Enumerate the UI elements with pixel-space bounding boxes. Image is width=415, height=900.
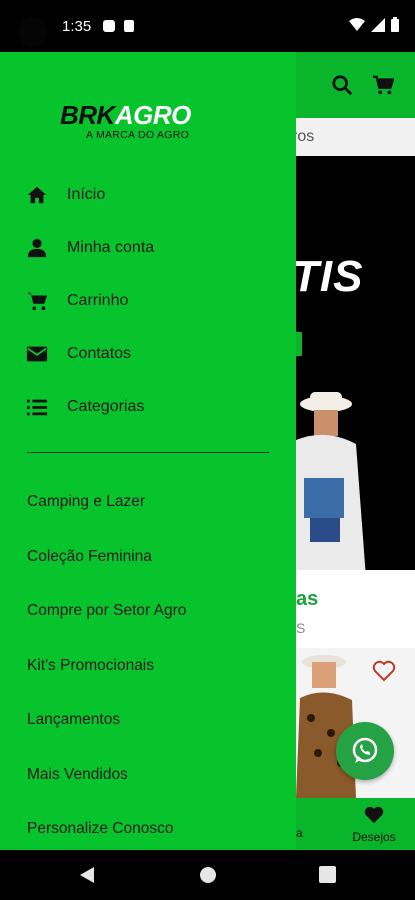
category-item[interactable]: Camping e Lazer — [0, 482, 296, 522]
bottom-nav-wishlist[interactable]: Desejos — [350, 806, 398, 844]
menu-item-carrinho[interactable]: Carrinho — [0, 279, 296, 323]
wifi-icon — [349, 17, 365, 31]
banner-model-image — [296, 392, 366, 570]
home-button-icon[interactable] — [199, 866, 217, 884]
category-item[interactable]: Personalize Conosco — [0, 809, 296, 849]
logo-tagline: A MARCA DO AGRO — [86, 129, 190, 141]
category-item[interactable]: Compre por Setor Agro — [0, 591, 296, 631]
category-label: Kit's Promocionais — [27, 657, 155, 674]
section-subtitle: S — [296, 620, 306, 636]
wishlist-label: Desejos — [352, 830, 396, 844]
status-time: 1:35 — [62, 18, 92, 35]
bottom-nav-item-partial[interactable]: a — [296, 826, 303, 840]
status-icons — [349, 17, 399, 32]
cart-icon — [26, 292, 48, 311]
status-bar: 1:35 — [0, 0, 415, 52]
category-label: Mais Vendidos — [27, 766, 128, 783]
menu-item-label: Contatos — [67, 345, 132, 362]
mail-icon — [26, 346, 48, 362]
menu-item-minha-conta[interactable]: Minha conta — [0, 226, 296, 270]
category-item[interactable]: Kit's Promocionais — [0, 646, 296, 686]
category-item[interactable]: Coleção Feminina — [0, 537, 296, 577]
category-label: Coleção Feminina — [27, 548, 152, 565]
menu-item-label: Carrinho — [67, 292, 129, 309]
notification-icon — [103, 20, 115, 32]
whatsapp-icon — [352, 737, 378, 763]
logo-agro: AGRO — [114, 100, 192, 130]
sd-card-icon — [124, 20, 134, 32]
banner-text: TIS — [292, 252, 364, 301]
menu-divider — [27, 452, 269, 453]
menu-item-label: Minha conta — [67, 239, 155, 256]
list-icon — [26, 399, 48, 416]
menu-item-contatos[interactable]: Contatos — [0, 332, 296, 376]
back-icon[interactable] — [78, 866, 96, 884]
system-nav-bar — [0, 850, 415, 900]
logo-brk: BRK — [60, 100, 115, 130]
signal-icon — [371, 17, 385, 32]
favorite-outline-icon[interactable] — [372, 660, 396, 682]
navigation-drawer: BRKAGRO A MARCA DO AGRO Início Minha con… — [0, 52, 296, 850]
person-icon — [27, 238, 47, 258]
category-item[interactable]: Mais Vendidos — [0, 755, 296, 795]
home-icon — [27, 186, 47, 204]
category-label: Camping e Lazer — [27, 493, 146, 510]
menu-item-inicio[interactable]: Início — [0, 173, 296, 217]
category-label: Compre por Setor Agro — [27, 602, 187, 619]
menu-item-label: Categorias — [67, 398, 145, 415]
menu-item-categorias[interactable]: Categorias — [0, 385, 296, 429]
section-title: as — [296, 588, 319, 610]
search-icon[interactable] — [331, 74, 353, 96]
category-label: Personalize Conosco — [27, 820, 174, 837]
menu-item-label: Início — [67, 186, 106, 203]
camera-cutout — [18, 17, 48, 47]
category-label: Lançamentos — [27, 711, 121, 728]
brand-logo[interactable]: BRKAGRO A MARCA DO AGRO — [60, 100, 240, 141]
category-item[interactable]: Lançamentos — [0, 700, 296, 740]
battery-icon — [391, 17, 399, 32]
whatsapp-button[interactable] — [336, 722, 394, 780]
recents-icon[interactable] — [319, 866, 336, 883]
heart-icon — [364, 806, 384, 824]
header-cart-icon[interactable] — [372, 74, 394, 96]
